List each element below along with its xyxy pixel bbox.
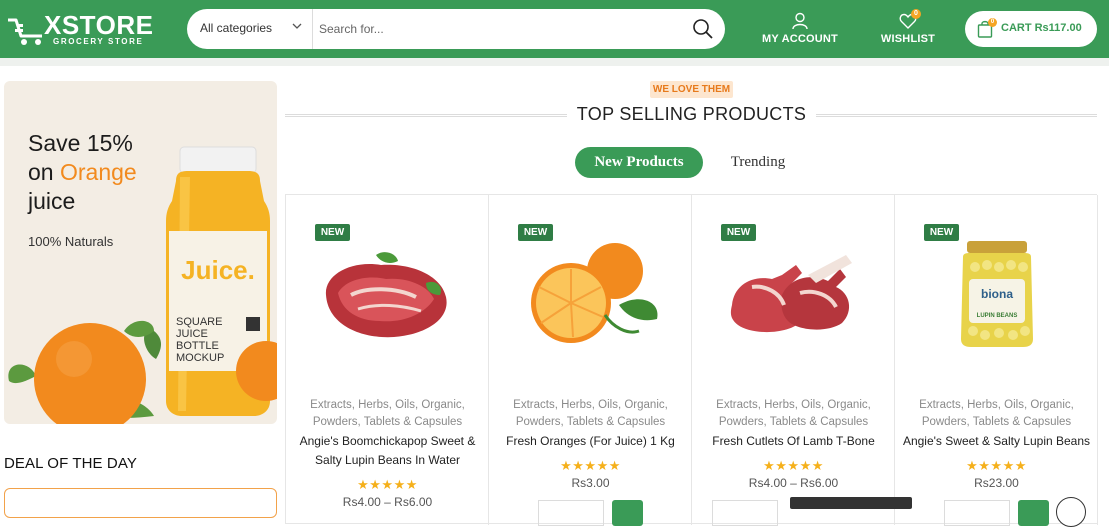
deal-of-the-day-heading: DEAL OF THE DAY [4,455,137,472]
product-card[interactable]: NEW Extracts, Herbs, Oils, Organic, Powd… [286,195,489,525]
lamb-cutlets-image [730,255,852,333]
svg-text:BOTTLE: BOTTLE [176,340,219,352]
rating-stars: ★★★★★ [560,458,621,473]
site-header: XSTORE GROCERY STORE All categories MY A… [0,0,1109,58]
svg-text:MOCKUP: MOCKUP [176,352,224,364]
product-categories: Extracts, Herbs, Oils, Organic, Powders,… [513,399,668,428]
promo-headline: Save 15% on Orange juice [28,129,137,216]
product-grid: NEW Extracts, Herbs, Oils, Organic, Powd… [285,194,1098,526]
section-divider-left [285,114,567,117]
wishlist-link[interactable]: 0 WISHLIST [876,9,940,48]
product-card[interactable]: NEW biona LUPIN BEANS Extracts, Herbs, O… [895,195,1098,526]
rating-stars: ★★★★★ [357,477,418,492]
search-input[interactable] [319,18,679,40]
add-to-cart-button[interactable] [612,500,643,526]
search-bar: All categories [187,9,725,49]
product-categories: Extracts, Herbs, Oils, Organic, Powders,… [919,399,1074,428]
fresh-oranges-image [531,243,658,343]
cart-button[interactable]: 0 CART Rs117.00 [965,11,1097,47]
quantity-stepper[interactable] [944,500,1010,526]
search-icon[interactable] [692,18,714,40]
svg-text:Juice.: Juice. [181,255,255,285]
raw-meat-steak-image [325,252,447,338]
deal-of-the-day-box[interactable] [4,488,277,518]
header-divider [0,58,1109,66]
promo-line2: on Orange [28,158,137,187]
add-to-cart-button[interactable] [1018,500,1049,526]
promo-on: on [28,159,60,185]
category-select-value: All categories [200,21,273,35]
svg-text:JUICE: JUICE [176,328,208,340]
wishlist-count-badge: 0 [911,9,921,19]
product-price: Rs4.00 – Rs6.00 [748,476,839,490]
product-card[interactable]: NEW Extracts, Herbs, Oils, Organic, Powd… [489,195,692,526]
promo-subtitle: 100% Naturals [28,234,114,249]
cart-label: CART Rs117.00 [1001,22,1082,34]
wishlist-label: WISHLIST [880,33,936,45]
product-name[interactable]: Angie's Sweet & Salty Lupin Beans [901,432,1092,451]
my-account-label: MY ACCOUNT [762,33,838,45]
logo-subtitle: GROCERY STORE [53,37,144,46]
quantity-stepper[interactable] [538,500,604,526]
product-name[interactable]: Fresh Oranges (For Juice) 1 Kg [495,432,686,451]
lupin-beans-jar-image: biona LUPIN BEANS [961,241,1033,347]
tab-new-products[interactable]: New Products [575,147,703,178]
quantity-stepper[interactable] [712,500,778,526]
logo-title: XSTORE [44,10,154,40]
jar-label-text: LUPIN BEANS [977,313,1018,319]
promo-banner[interactable]: Juice. SQUARE JUICE BOTTLE MOCKUP Save 1… [4,81,277,424]
product-card[interactable]: NEW Extracts, Herbs, Oils, Organic, Powd… [692,195,895,526]
site-logo[interactable]: XSTORE GROCERY STORE [6,10,153,48]
jar-brand-text: biona [981,287,1013,301]
product-price: Rs23.00 [974,476,1019,490]
section-divider-right [816,114,1097,117]
product-price: Rs4.00 – Rs6.00 [342,495,433,509]
svg-text:SQUARE: SQUARE [176,316,222,328]
cart-count-badge: 0 [988,18,997,27]
section-tag: WE LOVE THEM [650,81,733,98]
product-price: Rs3.00 [571,476,610,490]
promo-line3: juice [28,188,76,214]
my-account-link[interactable]: MY ACCOUNT [757,12,843,48]
user-icon [792,12,808,30]
rating-stars: ★★★★★ [763,458,824,473]
category-select[interactable]: All categories [187,9,313,49]
section-title: TOP SELLING PRODUCTS [576,104,807,124]
product-categories: Extracts, Herbs, Oils, Organic, Powders,… [310,399,465,428]
toast-overlay [790,497,912,509]
rating-stars: ★★★★★ [966,458,1027,473]
promo-line1: Save 15% [28,130,133,156]
product-name[interactable]: Angie's Boomchickapop Sweet & Salty Lupi… [292,432,483,470]
product-name[interactable]: Fresh Cutlets Of Lamb T-Bone [698,432,889,451]
product-categories: Extracts, Herbs, Oils, Organic, Powders,… [716,399,871,428]
chevron-down-icon [292,23,302,29]
carousel-next-button[interactable] [1056,497,1086,527]
promo-orange-word: Orange [59,159,137,185]
tab-trending[interactable]: Trending [718,147,798,178]
